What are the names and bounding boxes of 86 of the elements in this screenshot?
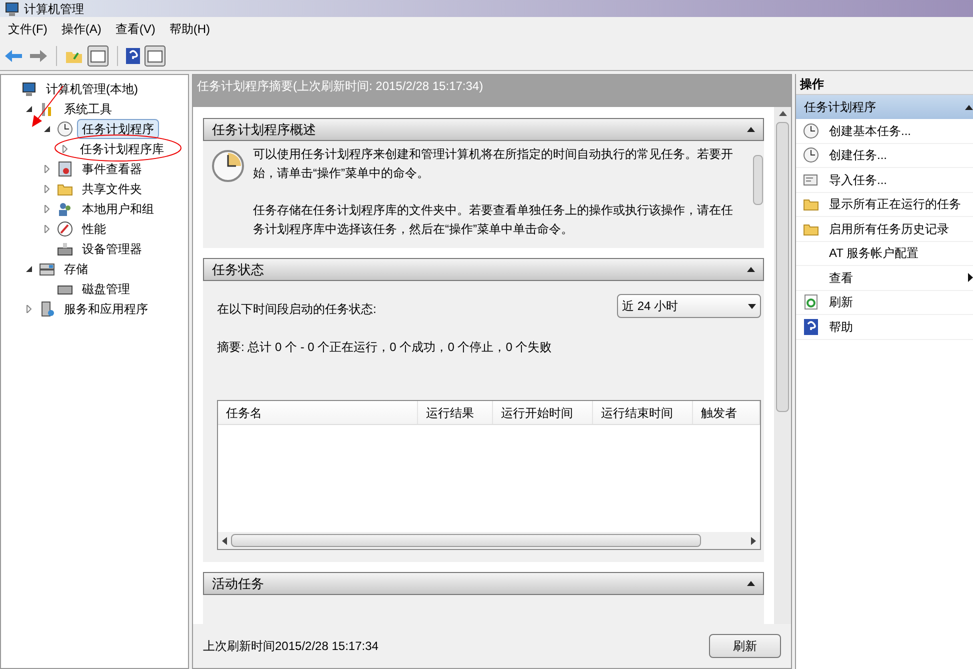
clock-icon [803,122,819,139]
expand-arrow[interactable] [43,225,51,233]
menu-item[interactable]: 帮助(H) [169,20,210,38]
pane-toggle-icon[interactable] [144,44,166,66]
period-label: 在以下时间段启动的任务状态: [217,301,376,318]
section-header[interactable]: 活动任务 [203,572,764,595]
scrollbar-thumb[interactable] [231,534,701,547]
right-arrow-icon[interactable] [751,536,756,544]
summary-header: 任务计划程序摘要(上次刷新时间: 2015/2/28 15:17:34) [193,75,791,107]
clock-icon [803,147,819,164]
window-title: 计算机管理 [24,0,84,18]
scroll-up-icon[interactable] [778,111,786,116]
section-header[interactable]: 任务状态 [203,258,764,281]
summary-text: 摘要: 总计 0 个 - 0 个正在运行，0 个成功，0 个停止，0 个失败 [217,339,553,356]
action-item[interactable]: 帮助 [796,315,973,340]
period-dropdown[interactable]: 近 24 小时 [617,294,761,318]
tree-item[interactable]: 任务计划程序 [77,119,159,139]
menu-item[interactable]: 操作(A) [61,20,102,38]
section-title: 活动任务 [212,574,264,593]
help-icon [804,318,818,335]
action-item[interactable]: 创建基本任务... [796,119,973,144]
action-item[interactable]: 显示所有正在运行的任务 [796,192,973,217]
refresh-button[interactable]: 刷新 [709,634,781,658]
actions-group-header[interactable]: 任务计划程序 [796,95,973,119]
action-item[interactable]: 刷新 [796,290,973,315]
tree-item[interactable]: 系统工具 [59,99,117,119]
import-icon [803,172,819,188]
column-header[interactable]: 触发者 [693,401,760,424]
tree-item[interactable]: 设备管理器 [77,239,147,259]
action-item[interactable]: 导入任务... [796,168,973,192]
help-icon [126,48,140,64]
users-icon [57,201,73,217]
submenu-arrow-icon [968,273,973,282]
gauge-icon [57,221,73,237]
caret-icon [748,304,756,308]
expand-arrow[interactable] [43,185,51,193]
column-header[interactable]: 任务名 [218,401,418,424]
tree-item[interactable]: 存储 [59,259,93,279]
column-header[interactable]: 运行结果 [418,401,493,424]
menu-item[interactable]: 查看(V) [115,20,156,38]
expand-arrow[interactable] [43,205,51,213]
device-icon [57,241,73,257]
computer-icon [4,0,20,16]
tree-item[interactable]: 性能 [77,219,111,239]
action-item[interactable]: 启用所有任务历史记录 [796,217,973,242]
pane-toggle-icon[interactable] [87,44,109,66]
forward-arrow-icon[interactable] [28,48,48,62]
column-header[interactable]: 运行结束时间 [593,401,693,424]
collapse-arrow[interactable] [25,265,33,273]
column-header[interactable]: 运行开始时间 [493,401,593,424]
refresh-icon [803,294,819,310]
clock-icon [57,121,73,137]
collapse-icon [747,127,755,132]
collapse-icon [965,104,973,110]
event-log-icon [57,161,73,177]
action-item[interactable]: AT 服务帐户配置 [796,242,973,266]
collapse-arrow[interactable] [43,125,51,133]
tree-item[interactable]: 共享文件夹 [77,179,147,199]
tree-item[interactable]: 本地用户和组 [77,199,159,219]
clock-icon [211,149,245,183]
expand-arrow[interactable] [43,165,51,173]
description-text: 可以使用任务计划程序来创建和管理计算机将在所指定的时间自动执行的常见任务。若要开始，请单击“操作”菜单中的命令。 [253,146,734,182]
section-header[interactable]: 任务计划程序概述 [203,118,764,141]
section-title: 任务状态 [212,260,264,279]
server-icon [39,301,55,317]
scrollbar-thumb[interactable] [776,122,789,412]
expand-arrow[interactable] [25,305,33,313]
menu-item[interactable]: 文件(F) [8,20,48,38]
scrollbar-thumb[interactable] [752,155,762,205]
collapse-arrow[interactable] [25,105,33,113]
status-text: 上次刷新时间2015/2/28 15:17:34 [203,638,378,655]
description-text: 任务存储在任务计划程序库的文件夹中。若要查看单独任务上的操作或执行该操作，请在任务计划程序库中选择该任务，然后在“操作”菜单中单击命令。 [253,202,734,238]
back-arrow-icon[interactable] [4,48,24,62]
left-arrow-icon[interactable] [222,536,227,544]
tree-item[interactable]: 服务和应用程序 [59,299,153,319]
collapse-icon [747,581,755,586]
action-item[interactable]: 查看 [796,266,973,290]
collapse-icon [747,267,755,272]
expand-arrow[interactable] [61,145,69,153]
section-title: 任务计划程序概述 [212,120,316,139]
tree-item[interactable]: 事件查看器 [77,159,147,179]
tree-item[interactable]: 磁盘管理 [77,279,135,299]
action-item[interactable]: 创建任务... [796,144,973,168]
storage-icon [39,261,55,277]
computer-icon [21,81,37,97]
actions-title: 操作 [796,74,973,95]
